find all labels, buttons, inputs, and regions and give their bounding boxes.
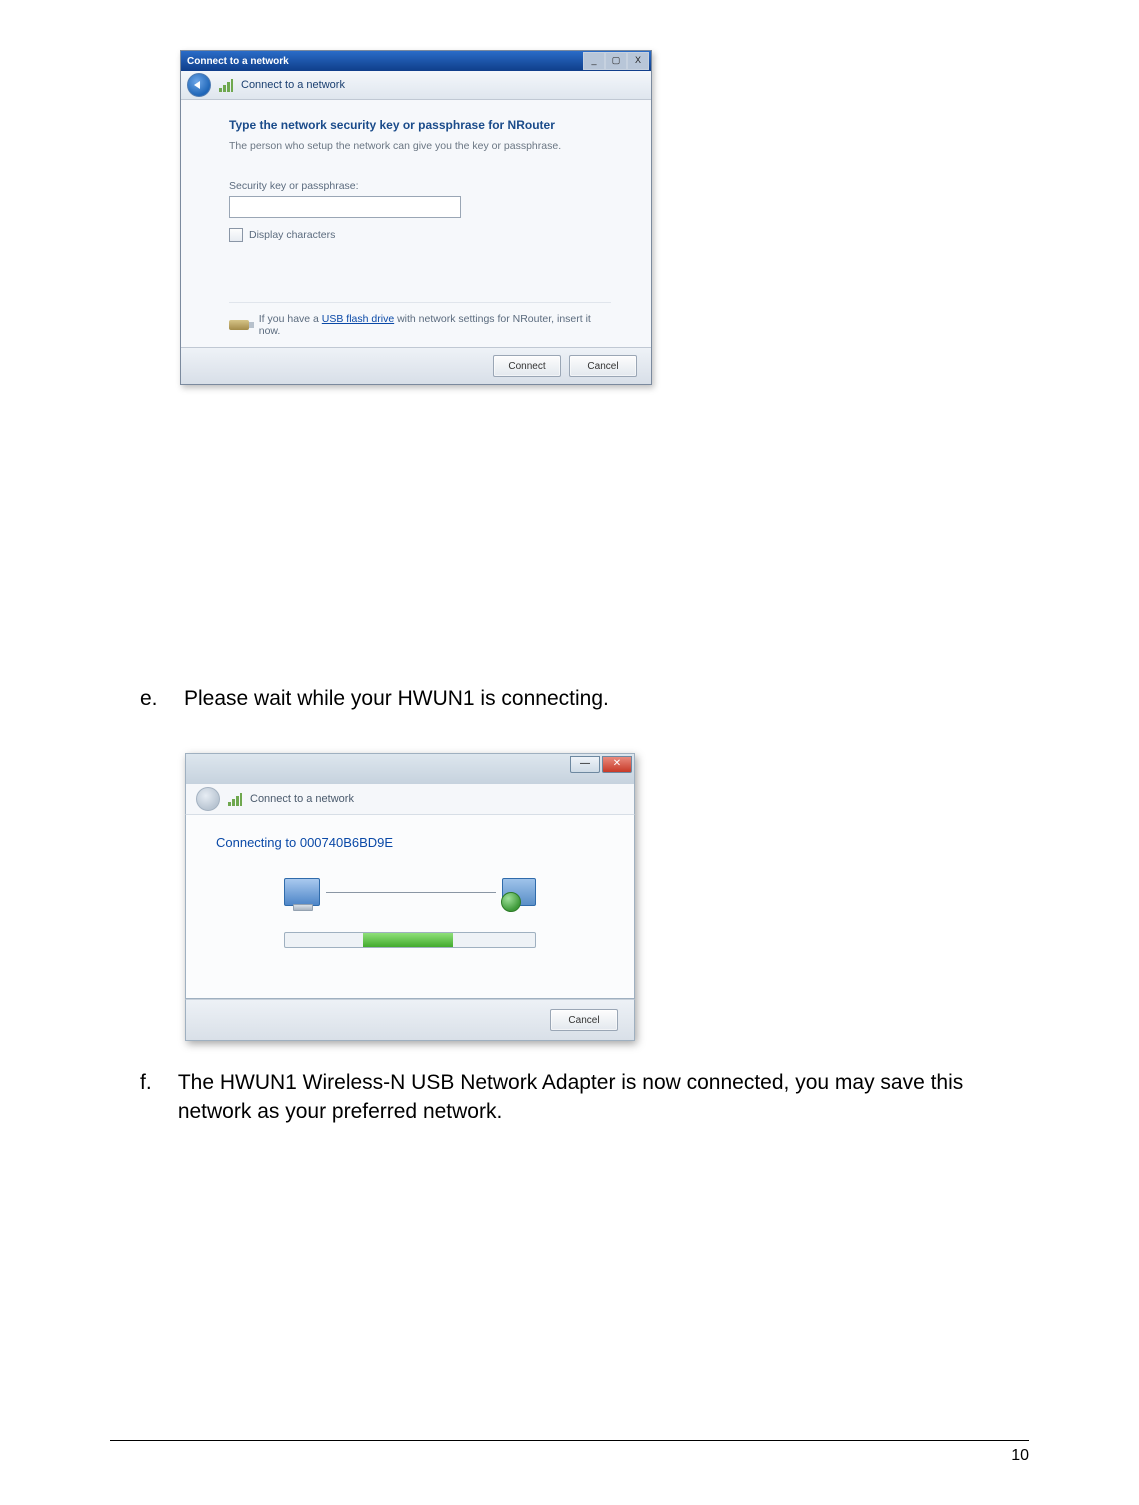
usb-hint-row: If you have a USB flash drive with netwo… (229, 302, 611, 337)
step-f-text: The HWUN1 Wireless-N USB Network Adapter… (178, 1069, 1029, 1126)
connection-line (326, 892, 496, 893)
document-page: Connect to a network _ ▢ X Connect to a … (0, 0, 1139, 1505)
minimize-button[interactable]: — (570, 756, 600, 773)
dialog-body: Connecting to 000740B6BD9E (185, 814, 635, 999)
computer-icon (284, 878, 320, 906)
display-characters-label: Display characters (249, 229, 335, 241)
minimize-button[interactable]: _ (583, 52, 605, 70)
window-title: Connect to a network (187, 56, 289, 67)
close-button[interactable]: X (627, 52, 649, 70)
step-f: f. The HWUN1 Wireless-N USB Network Adap… (140, 1069, 1029, 1126)
dialog-connecting: — ✕ Connect to a network Connecting to 0… (185, 753, 635, 1041)
wifi-signal-icon (219, 78, 233, 92)
connecting-status: Connecting to 000740B6BD9E (216, 835, 604, 850)
dialog-subtext: The person who setup the network can giv… (229, 140, 611, 152)
window-titlebar: Connect to a network _ ▢ X (181, 51, 651, 71)
page-footer: 10 (110, 1440, 1029, 1465)
dialog-header-label: Connect to a network (250, 793, 354, 805)
back-button[interactable] (187, 73, 211, 97)
maximize-button[interactable]: ▢ (605, 52, 627, 70)
passphrase-label: Security key or passphrase: (229, 180, 611, 192)
cancel-button[interactable]: Cancel (550, 1009, 618, 1031)
display-characters-row: Display characters (229, 228, 611, 242)
usb-flash-drive-link[interactable]: USB flash drive (322, 313, 394, 325)
dialog-connect-passphrase: Connect to a network _ ▢ X Connect to a … (180, 50, 652, 385)
back-button[interactable] (196, 787, 220, 811)
close-button[interactable]: ✕ (602, 756, 632, 773)
dialog-heading: Type the network security key or passphr… (229, 118, 611, 132)
dialog-header: Connect to a network (181, 71, 651, 100)
connect-button[interactable]: Connect (493, 355, 561, 377)
dialog-footer: Cancel (185, 999, 635, 1041)
cancel-button[interactable]: Cancel (569, 355, 637, 377)
dialog-header-label: Connect to a network (241, 79, 345, 91)
progress-indicator (363, 933, 453, 947)
usb-hint-text: If you have a USB flash drive with netwo… (259, 313, 611, 337)
dialog-footer: Connect Cancel (181, 347, 651, 384)
step-e-text: Please wait while your HWUN1 is connecti… (184, 685, 609, 713)
dialog-body: Type the network security key or passphr… (181, 100, 651, 347)
step-e: e. Please wait while your HWUN1 is conne… (140, 685, 1029, 713)
usb-hint-prefix: If you have a (259, 313, 322, 325)
step-f-letter: f. (140, 1069, 160, 1126)
dialog-header: Connect to a network (185, 784, 635, 814)
window-controls: _ ▢ X (583, 52, 649, 70)
display-characters-checkbox[interactable] (229, 228, 243, 242)
window-titlebar-aero: — ✕ (185, 753, 635, 784)
passphrase-input[interactable] (229, 196, 461, 218)
step-e-letter: e. (140, 685, 166, 713)
network-globe-icon (502, 878, 536, 906)
usb-drive-icon (229, 320, 249, 330)
wifi-signal-icon (228, 792, 242, 806)
progress-bar (284, 932, 536, 948)
page-number: 10 (1011, 1447, 1029, 1464)
connection-diagram (216, 878, 604, 906)
